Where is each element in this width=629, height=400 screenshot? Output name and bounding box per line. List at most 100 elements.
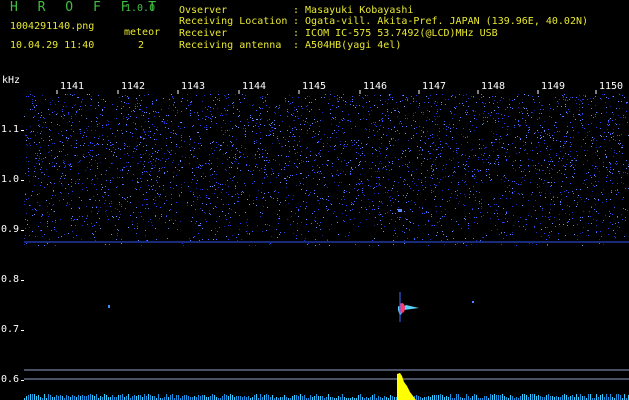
noise-pixel xyxy=(181,137,182,138)
meter-bar xyxy=(118,395,119,400)
noise-pixel xyxy=(278,173,279,174)
noise-pixel xyxy=(402,150,403,151)
noise-pixel xyxy=(142,205,143,206)
noise-pixel xyxy=(585,96,586,97)
noise-pixel xyxy=(609,216,610,217)
noise-pixel xyxy=(148,121,149,122)
noise-pixel xyxy=(151,179,152,180)
noise-pixel xyxy=(218,144,219,145)
noise-pixel xyxy=(116,216,117,217)
noise-pixel xyxy=(521,184,522,185)
noise-pixel xyxy=(606,199,607,200)
noise-pixel xyxy=(155,215,156,216)
noise-pixel xyxy=(86,218,87,219)
noise-pixel xyxy=(608,98,609,99)
noise-pixel xyxy=(588,104,589,105)
noise-pixel xyxy=(380,185,381,186)
noise-pixel xyxy=(116,156,117,157)
noise-pixel xyxy=(39,163,40,164)
noise-pixel xyxy=(70,94,71,95)
noise-pixel xyxy=(98,95,99,96)
noise-pixel xyxy=(357,190,358,191)
noise-pixel xyxy=(69,121,70,122)
noise-pixel xyxy=(553,197,554,198)
noise-pixel xyxy=(608,228,609,229)
noise-pixel xyxy=(508,144,509,145)
noise-pixel xyxy=(616,164,617,165)
noise-pixel xyxy=(362,192,363,193)
noise-pixel xyxy=(615,233,616,234)
noise-pixel xyxy=(377,107,378,108)
noise-pixel xyxy=(579,95,580,96)
noise-pixel xyxy=(473,96,474,97)
noise-pixel xyxy=(279,105,280,106)
noise-pixel xyxy=(135,188,136,189)
noise-pixel xyxy=(610,134,611,135)
noise-pixel xyxy=(299,136,300,137)
noise-pixel xyxy=(545,227,546,228)
noise-pixel xyxy=(134,148,135,149)
noise-pixel xyxy=(66,130,67,131)
noise-pixel xyxy=(374,135,375,136)
noise-pixel xyxy=(605,150,606,151)
noise-pixel xyxy=(407,166,408,167)
noise-pixel xyxy=(617,226,618,227)
noise-pixel xyxy=(126,131,127,132)
noise-pixel xyxy=(531,117,532,118)
noise-pixel xyxy=(623,183,624,184)
noise-pixel xyxy=(190,240,191,241)
noise-pixel xyxy=(544,131,545,132)
noise-pixel xyxy=(223,154,224,155)
noise-pixel xyxy=(550,157,551,158)
noise-pixel xyxy=(524,169,525,170)
noise-pixel xyxy=(359,212,360,213)
meter-bar xyxy=(134,395,135,400)
noise-pixel xyxy=(574,158,575,159)
noise-pixel xyxy=(132,157,133,158)
noise-pixel xyxy=(315,245,316,246)
noise-pixel xyxy=(573,167,574,168)
noise-pixel xyxy=(319,203,320,204)
noise-pixel xyxy=(230,121,231,122)
noise-pixel xyxy=(189,136,190,137)
noise-pixel xyxy=(293,113,294,114)
noise-pixel xyxy=(435,101,436,102)
noise-pixel xyxy=(64,115,65,116)
noise-pixel xyxy=(612,183,613,184)
noise-pixel xyxy=(486,235,487,236)
noise-pixel xyxy=(400,217,401,218)
noise-pixel xyxy=(344,160,345,161)
noise-pixel xyxy=(141,100,142,101)
noise-pixel xyxy=(225,96,226,97)
noise-pixel xyxy=(245,185,246,186)
noise-pixel xyxy=(111,201,112,202)
noise-pixel xyxy=(70,163,71,164)
noise-pixel xyxy=(112,163,113,164)
noise-pixel xyxy=(117,233,118,234)
noise-pixel xyxy=(244,98,245,99)
meter-bar xyxy=(304,395,305,400)
noise-pixel xyxy=(541,113,542,114)
noise-pixel xyxy=(455,97,456,98)
noise-pixel xyxy=(452,139,453,140)
noise-pixel xyxy=(182,156,183,157)
noise-pixel xyxy=(210,107,211,108)
noise-pixel xyxy=(211,163,212,164)
noise-pixel xyxy=(113,144,114,145)
noise-pixel xyxy=(148,162,149,163)
noise-pixel xyxy=(606,97,607,98)
noise-pixel xyxy=(310,192,311,193)
noise-pixel xyxy=(215,206,216,207)
noise-pixel xyxy=(142,204,143,205)
noise-pixel xyxy=(126,166,127,167)
noise-pixel xyxy=(169,210,170,211)
meter-bar xyxy=(466,394,467,400)
noise-pixel xyxy=(450,197,451,198)
noise-pixel xyxy=(607,129,608,130)
noise-pixel xyxy=(122,170,123,171)
noise-pixel xyxy=(187,202,188,203)
noise-pixel xyxy=(527,153,528,154)
noise-pixel xyxy=(400,101,401,102)
noise-pixel xyxy=(561,173,562,174)
meter-bar xyxy=(198,395,199,400)
